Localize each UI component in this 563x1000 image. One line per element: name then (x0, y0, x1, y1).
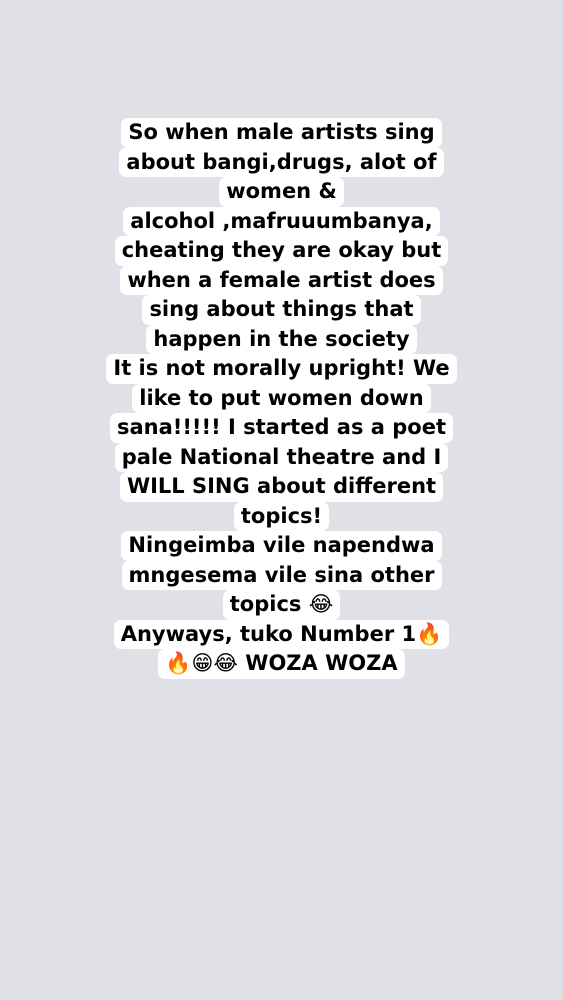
story-text-line: alcohol ,mafruuumbanya, (123, 206, 440, 236)
story-text-block: So when male artists sing about bangi,dr… (0, 118, 563, 679)
story-text-line: So when male artists sing (121, 118, 442, 148)
story-text-line: women & (219, 177, 344, 207)
story-text-line: mngesema vile sina other (121, 560, 442, 590)
story-text-line: topics! (233, 501, 330, 531)
story-text-line: sana!!!!! I started as a poet (109, 413, 453, 443)
story-text-line: cheating they are okay but (114, 236, 449, 266)
story-text-line: happen in the society (146, 324, 417, 354)
story-text-line: about bangi,drugs, alot of (119, 147, 444, 177)
story-text-line: 🔥😁😂 WOZA WOZA (158, 649, 405, 679)
story-text-line: Anyways, tuko Number 1🔥 (113, 619, 450, 649)
story-canvas: So when male artists sing about bangi,dr… (0, 0, 563, 1000)
story-text-line: It is not morally upright! We (106, 354, 457, 384)
story-text-line: pale National theatre and I (114, 442, 449, 472)
story-text-line: sing about things that (142, 295, 421, 325)
story-text-line: WILL SING about different (119, 472, 444, 502)
story-text-line: when a female artist does (120, 265, 443, 295)
story-text-line: Ningeimba vile napendwa (121, 531, 442, 561)
story-text-line: like to put women down (132, 383, 431, 413)
story-text-line: topics 😂 (222, 590, 341, 620)
